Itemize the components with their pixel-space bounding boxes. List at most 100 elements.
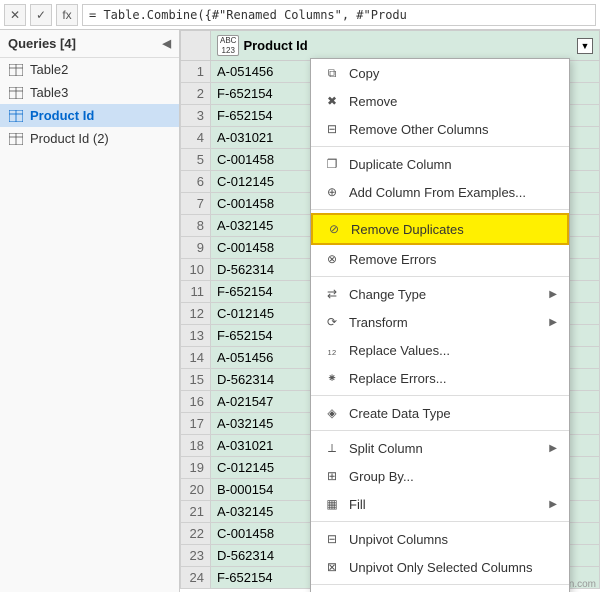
menu-item-duplicate-col[interactable]: ❐ Duplicate Column [311,150,569,178]
menu-item-remove[interactable]: ✖ Remove [311,87,569,115]
menu-item-rename[interactable]: ✎ Rename... [311,588,569,592]
menu-item-label: Remove Duplicates [351,222,555,237]
menu-separator [311,209,569,210]
table-icon [8,109,24,123]
formula-bar: ✕ ✓ fx [0,0,600,30]
menu-item-label: Remove [349,94,557,109]
row-number: 24 [181,567,211,589]
col-type-badge: ABC 123 [217,35,239,56]
remove-dup-icon: ⊘ [325,220,343,238]
submenu-arrow: ▶ [549,499,557,510]
menu-item-remove-duplicates[interactable]: ⊘ Remove Duplicates [311,213,569,245]
unpivot-only-icon: ⊠ [323,558,341,576]
menu-separator [311,584,569,585]
menu-item-label: Group By... [349,469,557,484]
menu-separator [311,521,569,522]
row-number: 11 [181,281,211,303]
row-number: 6 [181,171,211,193]
row-number: 5 [181,149,211,171]
duplicate-icon: ❐ [323,155,341,173]
create-dt-icon: ◈ [323,404,341,422]
table-icon [8,86,24,100]
row-number: 1 [181,61,211,83]
menu-item-label: Create Data Type [349,406,557,421]
menu-item-label: Unpivot Only Selected Columns [349,560,557,575]
column-dropdown[interactable]: ▼ [577,38,593,54]
add-col-icon: ⊕ [323,183,341,201]
row-number: 7 [181,193,211,215]
transform-icon: ⟳ [323,313,341,331]
menu-item-replace-values[interactable]: ₁₂ Replace Values... [311,336,569,364]
menu-item-label: Replace Values... [349,343,557,358]
row-number: 18 [181,435,211,457]
sidebar-item-product-id-2[interactable]: Product Id (2) [0,127,179,150]
group-icon: ⊞ [323,467,341,485]
menu-separator [311,395,569,396]
menu-item-label: Remove Errors [349,252,557,267]
cancel-button[interactable]: ✕ [4,4,26,26]
table-svg-icon [9,87,23,99]
queries-header: Queries [4] ◀ [0,30,179,58]
row-number: 23 [181,545,211,567]
split-icon: ⟂ [323,439,341,457]
menu-item-group-by[interactable]: ⊞ Group By... [311,462,569,490]
menu-item-transform[interactable]: ⟳ Transform ▶ [311,308,569,336]
menu-item-label: Change Type [349,287,541,302]
sidebar-item-table2[interactable]: Table2 [0,58,179,81]
row-number: 16 [181,391,211,413]
row-number: 3 [181,105,211,127]
menu-item-remove-errors[interactable]: ⊗ Remove Errors [311,245,569,273]
table-svg-icon [9,133,23,145]
menu-item-split-column[interactable]: ⟂ Split Column ▶ [311,434,569,462]
menu-item-create-data-type[interactable]: ◈ Create Data Type [311,399,569,427]
menu-item-fill[interactable]: ▦ Fill ▶ [311,490,569,518]
replace-icon: ₁₂ [323,341,341,359]
submenu-arrow: ▶ [549,289,557,300]
menu-item-change-type[interactable]: ⇄ Change Type ▶ [311,280,569,308]
row-num-header [181,31,211,61]
collapse-button[interactable]: ◀ [163,37,171,50]
menu-item-copy[interactable]: ⧉ Copy [311,59,569,87]
menu-item-label: Replace Errors... [349,371,557,386]
remove-err-icon: ⊗ [323,250,341,268]
row-number: 13 [181,325,211,347]
row-number: 12 [181,303,211,325]
table-svg-icon [9,64,23,76]
menu-item-label: Add Column From Examples... [349,185,557,200]
row-number: 14 [181,347,211,369]
menu-item-unpivot-only[interactable]: ⊠ Unpivot Only Selected Columns [311,553,569,581]
sidebar-item-product-id[interactable]: Product Id [0,104,179,127]
menu-separator [311,430,569,431]
menu-separator [311,146,569,147]
table-svg-icon [9,110,23,122]
menu-item-label: Duplicate Column [349,157,557,172]
menu-item-label: Transform [349,315,541,330]
remove-icon: ✖ [323,92,341,110]
context-menu: ⧉ Copy ✖ Remove ⊟ Remove Other Columns ❐… [310,58,570,592]
menu-item-add-col-examples[interactable]: ⊕ Add Column From Examples... [311,178,569,206]
formula-input[interactable] [82,4,596,26]
menu-separator [311,276,569,277]
unpivot-icon: ⊟ [323,530,341,548]
menu-item-replace-errors[interactable]: ⁕ Replace Errors... [311,364,569,392]
sidebar-item-label: Product Id (2) [30,131,109,146]
menu-item-label: Remove Other Columns [349,122,557,137]
row-number: 21 [181,501,211,523]
replace-err-icon: ⁕ [323,369,341,387]
sidebar-item-label: Product Id [30,108,94,123]
fx-button[interactable]: fx [56,4,78,26]
row-number: 22 [181,523,211,545]
menu-item-remove-other[interactable]: ⊟ Remove Other Columns [311,115,569,143]
row-number: 9 [181,237,211,259]
submenu-arrow: ▶ [549,317,557,328]
fill-icon: ▦ [323,495,341,513]
confirm-button[interactable]: ✓ [30,4,52,26]
submenu-arrow: ▶ [549,443,557,454]
table-icon [8,63,24,77]
copy-icon: ⧉ [323,64,341,82]
remove-other-icon: ⊟ [323,120,341,138]
sidebar-item-table3[interactable]: Table3 [0,81,179,104]
product-id-column-header[interactable]: ABC 123 Product Id ▼ [211,31,600,61]
change-type-icon: ⇄ [323,285,341,303]
menu-item-unpivot[interactable]: ⊟ Unpivot Columns [311,525,569,553]
